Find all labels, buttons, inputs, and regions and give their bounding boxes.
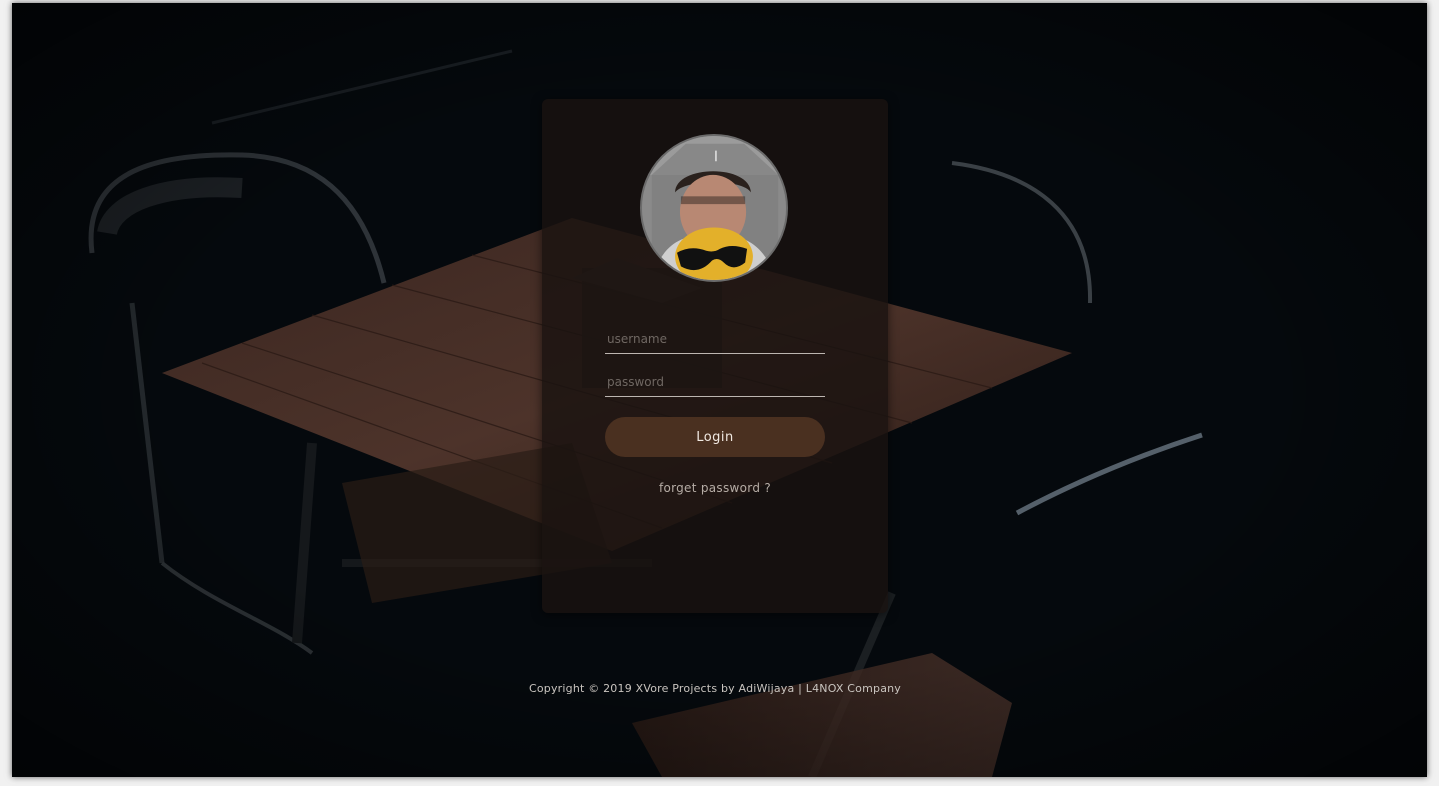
profile-avatar — [640, 134, 788, 282]
username-input[interactable] — [605, 324, 825, 354]
login-card: Login forget password ? — [542, 99, 888, 613]
login-screen: Login forget password ? Copyright © 2019… — [12, 3, 1427, 777]
login-button[interactable]: Login — [605, 417, 825, 457]
sunglasses-emoji-icon — [642, 136, 786, 280]
forget-password-link[interactable]: forget password ? — [542, 481, 888, 495]
password-input[interactable] — [605, 367, 825, 397]
copyright-text: Copyright © 2019 XVore Projects by AdiWi… — [528, 682, 902, 695]
